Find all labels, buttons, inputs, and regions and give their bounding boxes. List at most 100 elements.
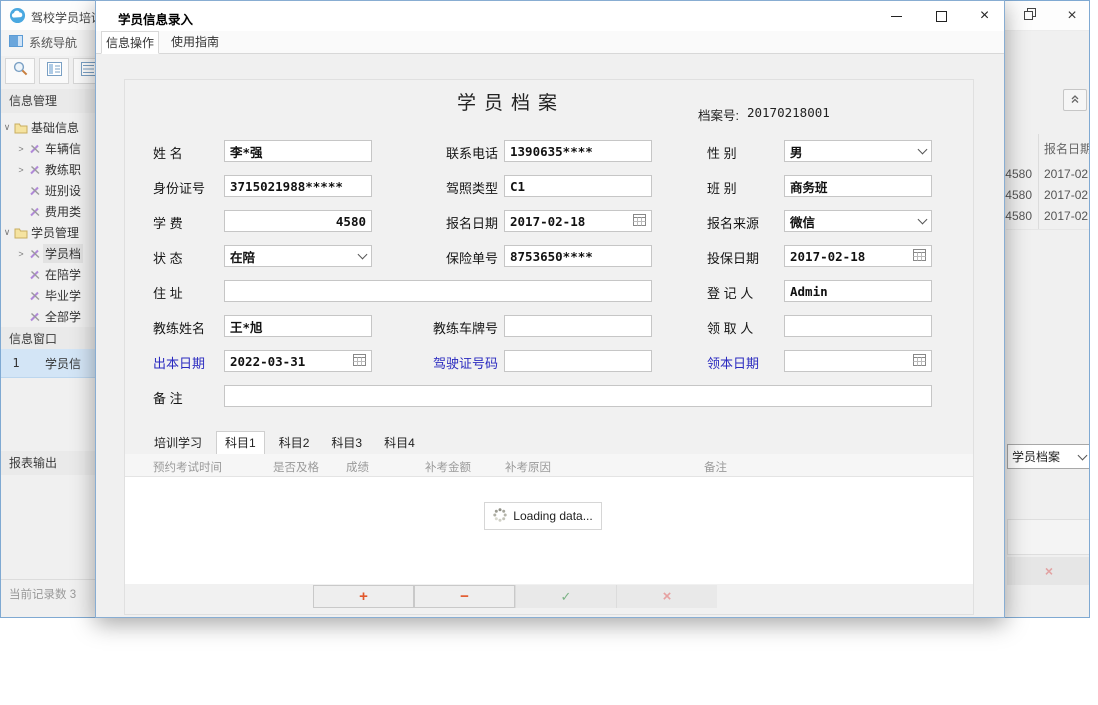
insure-date-picker[interactable]: 2017-02-18: [784, 245, 932, 267]
issue-date-value: 2022-03-31: [230, 354, 305, 369]
register-source-select[interactable]: 微信: [784, 210, 932, 232]
tuition-input[interactable]: 4580: [224, 210, 372, 232]
col-retake-fee[interactable]: 补考金额: [425, 459, 471, 475]
expand-open-icon[interactable]: ∨: [1, 227, 13, 238]
remark-input[interactable]: [224, 385, 932, 407]
name-value: 李*强: [230, 142, 263, 161]
restore-icon: [1024, 7, 1036, 25]
close-icon: ×: [980, 7, 989, 25]
class-type-input[interactable]: 商务班: [784, 175, 932, 197]
card-view-icon: [47, 62, 62, 81]
tree-item-label[interactable]: 学员管理: [29, 223, 81, 242]
main-close-button[interactable]: ×: [1055, 1, 1089, 30]
window-list-item[interactable]: 1 学员信: [1, 349, 96, 378]
address-input[interactable]: [224, 280, 652, 302]
tree-item-label[interactable]: 全部学: [43, 307, 83, 326]
receiver-label: 领 取 人: [707, 318, 753, 337]
tree-item-label[interactable]: 在陪学: [43, 265, 83, 284]
toolbar-card-view-button[interactable]: [39, 58, 69, 84]
issue-date-picker[interactable]: 2022-03-31: [224, 350, 372, 372]
background-cancel-button[interactable]: ×: [1007, 557, 1090, 585]
license-type-input[interactable]: C1: [504, 175, 652, 197]
calendar-icon[interactable]: [913, 353, 926, 369]
tab-training-study[interactable]: 培训学习: [146, 432, 210, 454]
tab-subject-1[interactable]: 科目1: [216, 431, 265, 454]
tree-item-label[interactable]: 毕业学: [43, 286, 83, 305]
crud-button-bar: + − ✓ ×: [313, 585, 717, 608]
calendar-icon[interactable]: [633, 213, 646, 229]
tree-item-vehicle[interactable]: > 车辆信: [1, 138, 110, 159]
tree-item-label[interactable]: 车辆信: [43, 139, 83, 158]
driver-license-no-input[interactable]: [504, 350, 652, 372]
dialog-close-button[interactable]: ×: [962, 1, 1005, 31]
register-date-picker[interactable]: 2017-02-18: [504, 210, 652, 232]
subject-tab-strip: 培训学习 科目1 科目2 科目3 科目4: [146, 432, 423, 454]
collapse-panel-button[interactable]: [1063, 89, 1087, 111]
tab-user-guide[interactable]: 使用指南: [166, 31, 224, 54]
expand-collapsed-icon[interactable]: >: [15, 144, 27, 154]
expand-collapsed-icon[interactable]: >: [15, 249, 27, 259]
status-select[interactable]: 在陪: [224, 245, 372, 267]
table-cell-date[interactable]: 2017-02: [1044, 167, 1088, 181]
col-passed[interactable]: 是否及格: [273, 459, 319, 475]
nav-tab-system[interactable]: 系统导航: [9, 34, 77, 51]
tree-item-label[interactable]: 基础信息: [29, 118, 81, 137]
main-restore-button[interactable]: [1013, 1, 1047, 30]
expand-open-icon[interactable]: ∨: [1, 122, 13, 133]
dialog-maximize-button[interactable]: [919, 1, 964, 31]
minimize-icon: [891, 16, 902, 17]
table-cell-date[interactable]: 2017-02: [1044, 209, 1088, 223]
add-row-button[interactable]: +: [313, 585, 414, 608]
search-icon: [12, 60, 29, 82]
tree-item-label[interactable]: 费用类: [43, 202, 83, 221]
col-exam-time[interactable]: 预约考试时间: [153, 459, 222, 475]
tree-item-label[interactable]: 学员档: [43, 244, 83, 263]
receive-date-picker[interactable]: [784, 350, 932, 372]
tools-icon: [27, 290, 43, 301]
col-retake-reason[interactable]: 补考原因: [505, 459, 551, 475]
archive-type-select[interactable]: 学员档案: [1007, 444, 1090, 469]
remove-row-button[interactable]: −: [414, 585, 515, 608]
receiver-input[interactable]: [784, 315, 932, 337]
coach-name-input[interactable]: 王*旭: [224, 315, 372, 337]
status-value: 在陪: [230, 247, 255, 266]
phone-input[interactable]: 1390635****: [504, 140, 652, 162]
cancel-button[interactable]: ×: [616, 585, 717, 608]
col-score[interactable]: 成绩: [346, 459, 369, 475]
tab-subject-3[interactable]: 科目3: [323, 432, 370, 454]
calendar-icon[interactable]: [353, 353, 366, 369]
registrar-input[interactable]: Admin: [784, 280, 932, 302]
status-label: 状 态: [153, 248, 183, 267]
id-number-input[interactable]: 3715021988*****: [224, 175, 372, 197]
section-header-windows: 信息窗口: [1, 327, 96, 351]
table-cell-date[interactable]: 2017-02: [1044, 188, 1088, 202]
calendar-icon[interactable]: [913, 248, 926, 264]
confirm-button[interactable]: ✓: [515, 585, 616, 608]
tree-item-student-mgmt[interactable]: ∨ 学员管理: [1, 222, 96, 243]
toolbar-search-button[interactable]: [5, 58, 35, 84]
tab-subject-2[interactable]: 科目2: [271, 432, 318, 454]
coach-plate-input[interactable]: [504, 315, 652, 337]
tree-item-label[interactable]: 班别设: [43, 181, 83, 200]
nav-tab-label: 系统导航: [29, 34, 77, 51]
dialog-minimize-button[interactable]: [874, 1, 919, 31]
col-remark[interactable]: 备注: [704, 459, 727, 475]
expand-collapsed-icon[interactable]: >: [15, 165, 27, 175]
tree-item-student-archive[interactable]: > 学员档: [1, 243, 110, 264]
phone-label: 联系电话: [396, 143, 498, 162]
tree-item-basic-info[interactable]: ∨ 基础信息: [1, 117, 96, 138]
tree-item-coach[interactable]: > 教练职: [1, 159, 110, 180]
tree-item-label[interactable]: 教练职: [43, 160, 83, 179]
insurance-no-input[interactable]: 8753650****: [504, 245, 652, 267]
grid-body[interactable]: [125, 477, 973, 584]
dialog-titlebar[interactable]: 学员信息录入 ×: [96, 1, 1004, 31]
column-header-register-date[interactable]: 报名日期: [1044, 140, 1090, 157]
gender-select[interactable]: 男: [784, 140, 932, 162]
list-view-icon: [81, 62, 96, 81]
tab-subject-4[interactable]: 科目4: [376, 432, 423, 454]
name-input[interactable]: 李*强: [224, 140, 372, 162]
driver-license-no-label: 驾驶证号码: [396, 353, 498, 372]
registrar-value: Admin: [790, 284, 828, 299]
gender-value: 男: [790, 142, 803, 161]
tab-info-operation[interactable]: 信息操作: [101, 31, 159, 54]
